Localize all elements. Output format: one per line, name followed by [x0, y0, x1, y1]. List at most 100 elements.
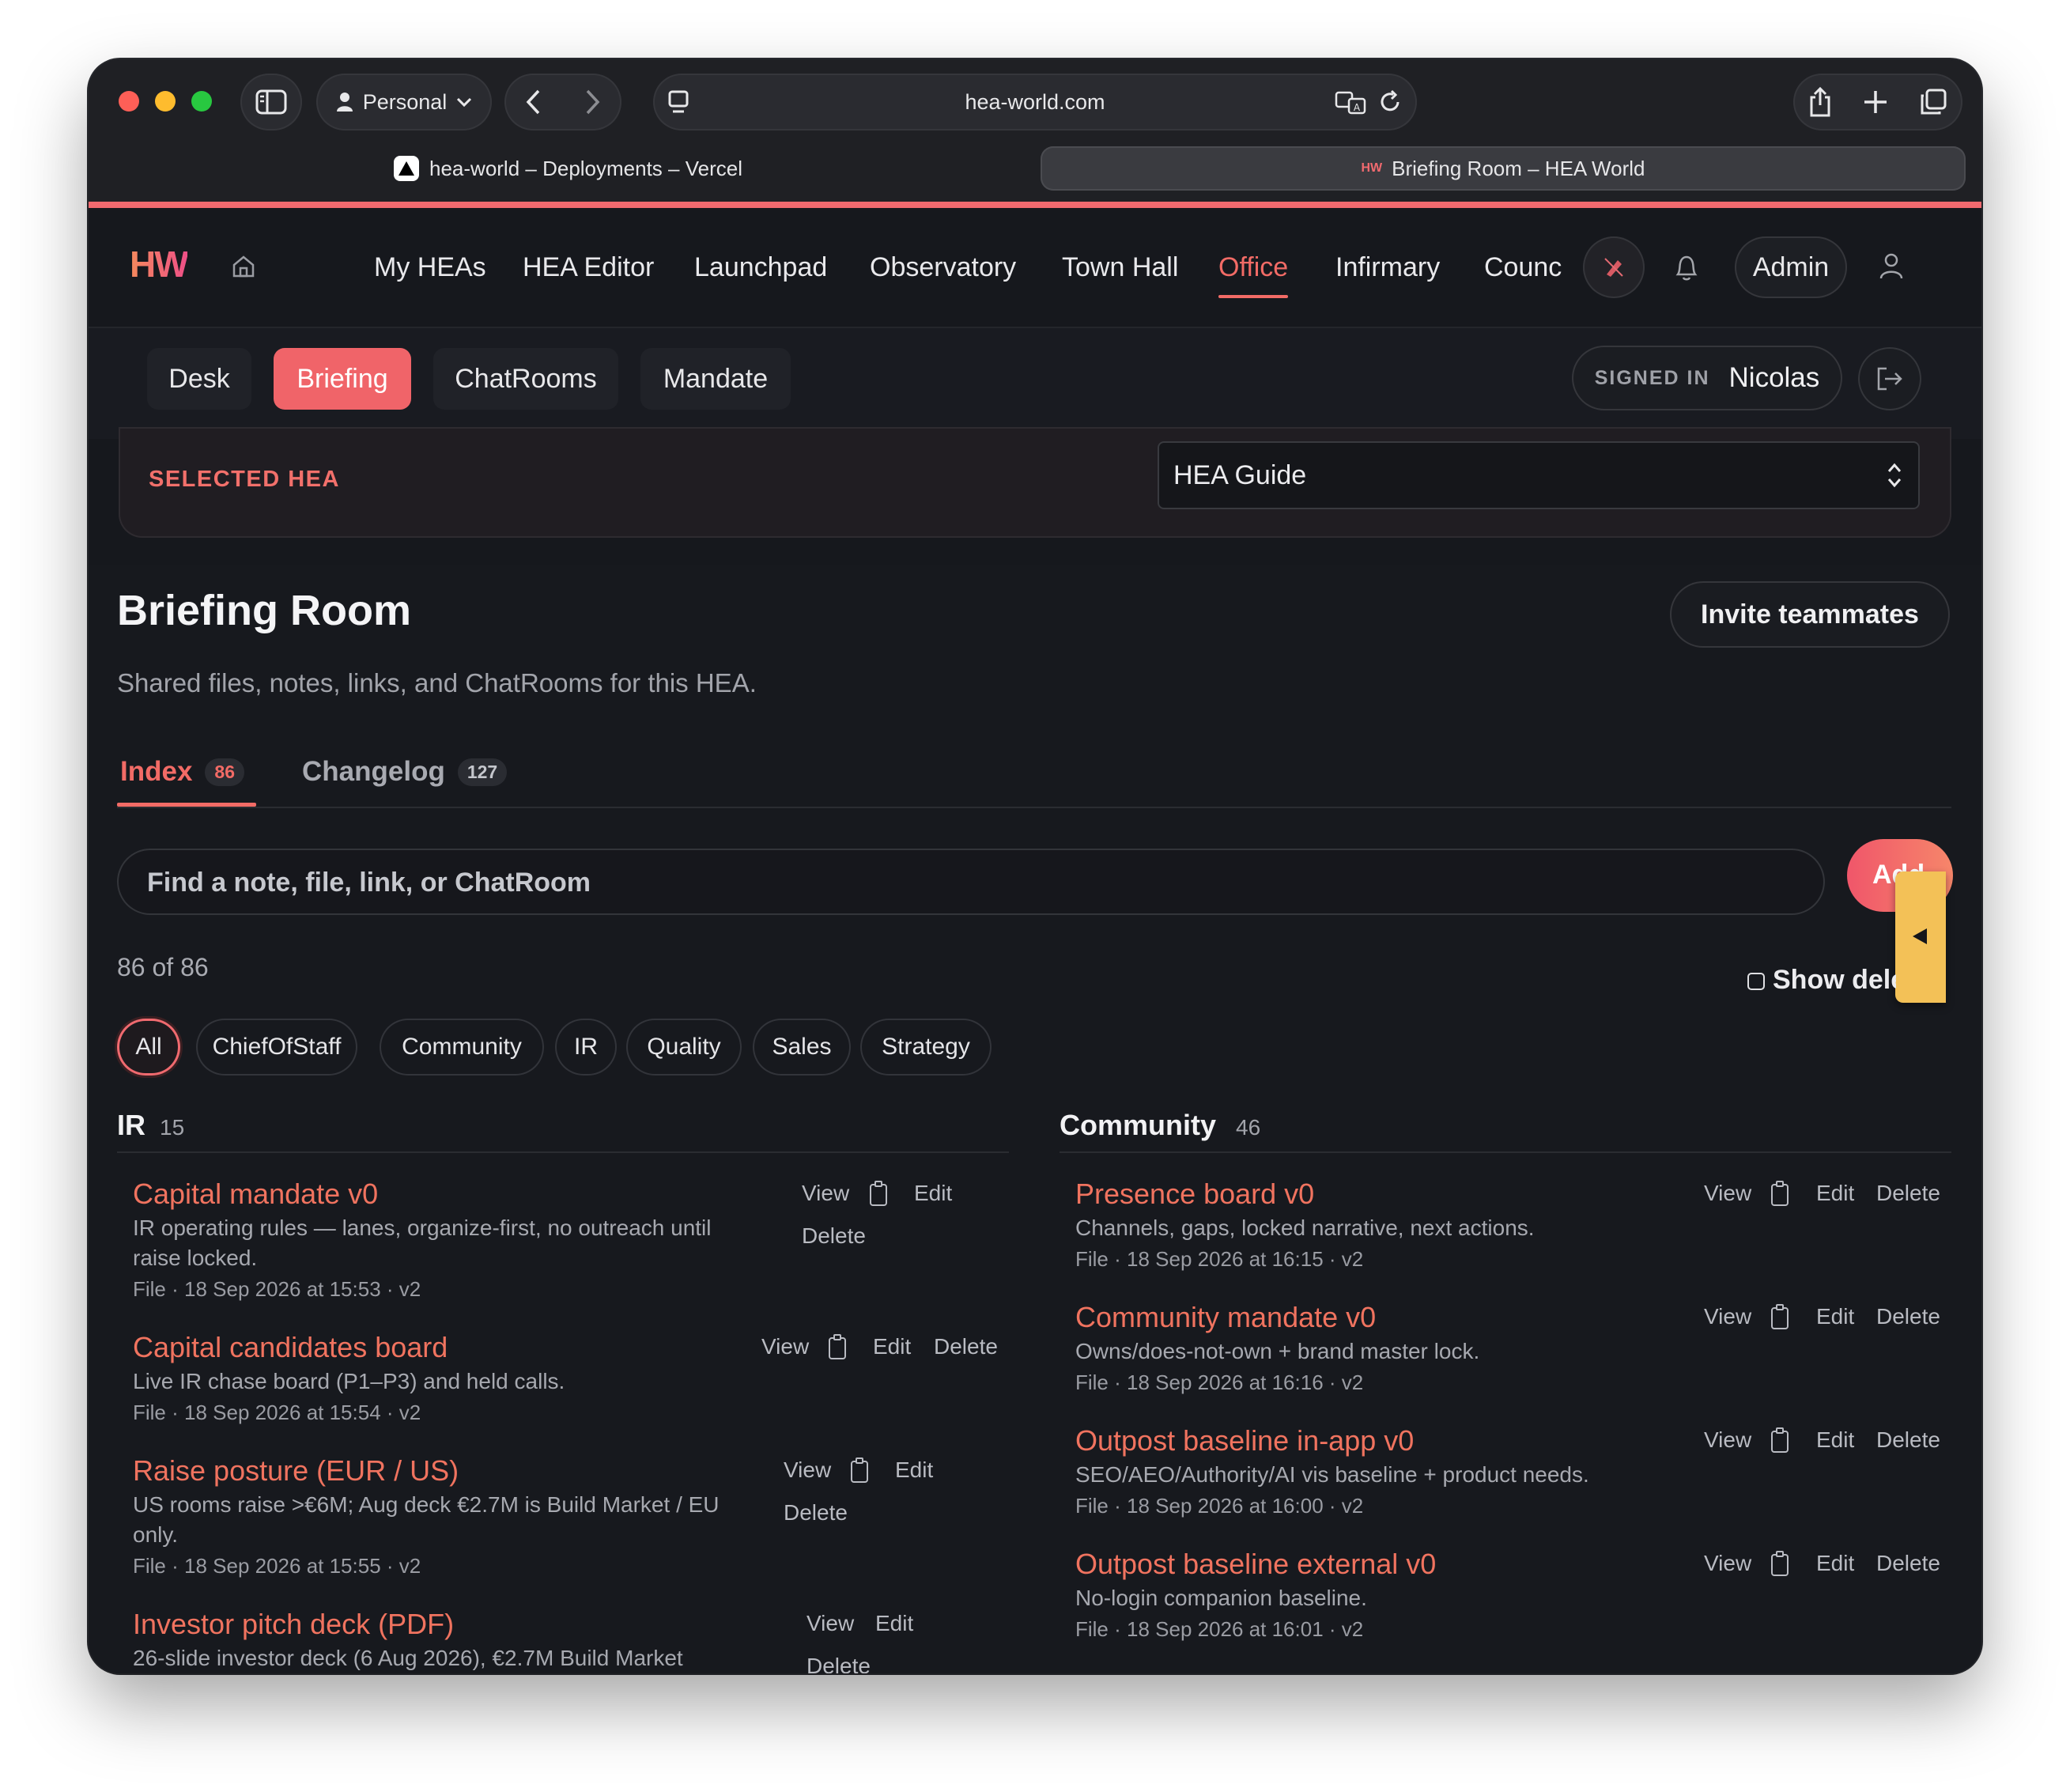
copy-icon[interactable]	[851, 1457, 868, 1483]
minimize-window-button[interactable]	[155, 91, 176, 112]
view-button[interactable]: View	[1704, 1551, 1751, 1576]
nav-office[interactable]: Office	[1218, 208, 1289, 327]
copy-icon[interactable]	[1771, 1181, 1789, 1206]
new-tab-icon[interactable]	[1863, 89, 1888, 115]
delete-button[interactable]: Delete	[802, 1223, 866, 1249]
app-logo[interactable]: HW	[130, 243, 189, 285]
profile-button[interactable]: Personal	[316, 74, 492, 130]
subtab-label: Briefing	[297, 363, 388, 394]
copy-icon[interactable]	[829, 1334, 846, 1359]
address-bar[interactable]: hea-world.com A	[653, 74, 1417, 130]
edit-button[interactable]: Edit	[875, 1611, 913, 1636]
view-button[interactable]: View	[1704, 1181, 1751, 1206]
copy-icon[interactable]	[1771, 1304, 1789, 1329]
nav-infirmary[interactable]: Infirmary	[1335, 208, 1440, 327]
delete-button[interactable]: Delete	[1876, 1427, 1940, 1453]
subtab-briefing[interactable]: Briefing	[274, 348, 411, 410]
search-input[interactable]: Find a note, file, link, or ChatRoom	[117, 849, 1825, 915]
item-description: US rooms raise >€6M; Aug deck €2.7M is B…	[133, 1492, 720, 1547]
tab-changelog[interactable]: Changelog 127	[302, 747, 508, 796]
edit-button[interactable]: Edit	[1816, 1551, 1854, 1576]
close-window-button[interactable]	[119, 91, 139, 112]
item-title[interactable]: Community mandate v0	[1075, 1301, 1376, 1334]
window-actions	[1793, 74, 1962, 130]
subtab-desk[interactable]: Desk	[147, 348, 251, 410]
hea-select[interactable]: HEA Guide	[1158, 441, 1920, 509]
view-button[interactable]: View	[802, 1181, 849, 1206]
invite-teammates-button[interactable]: Invite teammates	[1670, 581, 1950, 648]
show-deleted-toggle[interactable]: Show deleted	[1746, 963, 1896, 1003]
filter-chip-ir[interactable]: IR	[555, 1019, 617, 1076]
nav-observatory[interactable]: Observatory	[870, 208, 1016, 327]
edit-button[interactable]: Edit	[895, 1457, 933, 1483]
page-menu-icon[interactable]	[667, 89, 691, 115]
user-icon[interactable]	[1879, 252, 1904, 281]
view-button[interactable]: View	[761, 1334, 809, 1359]
nav-hea-editor[interactable]: HEA Editor	[523, 208, 654, 327]
invite-label: Invite teammates	[1701, 599, 1919, 629]
item-title[interactable]: Capital mandate v0	[133, 1178, 378, 1211]
delete-button[interactable]: Delete	[806, 1654, 871, 1673]
edit-button[interactable]: Edit	[1816, 1181, 1854, 1206]
filter-chip-strategy[interactable]: Strategy	[860, 1019, 992, 1076]
browser-tab-vercel[interactable]: hea-world – Deployments – Vercel	[101, 146, 1034, 191]
subtab-mandate[interactable]: Mandate	[640, 348, 791, 410]
copy-icon[interactable]	[1771, 1551, 1789, 1576]
tab-label: Index	[120, 756, 193, 787]
item-title[interactable]: Presence board v0	[1075, 1178, 1314, 1211]
item-title[interactable]: Outpost baseline in-app v0	[1075, 1424, 1414, 1457]
translate-icon[interactable]: A	[1335, 91, 1366, 115]
admin-button[interactable]: Admin	[1735, 236, 1847, 298]
item-title[interactable]: Investor pitch deck (PDF)	[133, 1608, 454, 1641]
edit-button[interactable]: Edit	[914, 1181, 952, 1206]
collapse-handle[interactable]	[1895, 871, 1946, 1003]
group-title: Community	[1060, 1109, 1216, 1141]
edit-button[interactable]: Edit	[1816, 1427, 1854, 1453]
nav-my-heas[interactable]: My HEAs	[374, 208, 486, 327]
back-arrow-icon[interactable]	[525, 89, 542, 115]
filter-chip-all[interactable]: All	[117, 1019, 180, 1076]
edit-button[interactable]: Edit	[1816, 1304, 1854, 1329]
delete-button[interactable]: Delete	[784, 1500, 848, 1525]
tabs-divider	[117, 807, 1951, 808]
sign-out-button[interactable]	[1858, 347, 1921, 410]
item-title[interactable]: Outpost baseline external v0	[1075, 1548, 1436, 1581]
delete-button[interactable]: Delete	[1876, 1304, 1940, 1329]
forward-arrow-icon[interactable]	[584, 89, 601, 115]
tab-count-badge: 127	[457, 758, 508, 786]
group-divider	[1060, 1151, 1951, 1153]
filter-chip-community[interactable]: Community	[380, 1019, 544, 1076]
view-button[interactable]: View	[1704, 1427, 1751, 1453]
filter-chip-sales[interactable]: Sales	[753, 1019, 851, 1076]
tab-overview-icon[interactable]	[1919, 88, 1947, 116]
reload-icon[interactable]	[1379, 89, 1403, 115]
view-button[interactable]: View	[1704, 1304, 1751, 1329]
delete-button[interactable]: Delete	[1876, 1551, 1940, 1576]
show-deleted-checkbox[interactable]	[1747, 973, 1765, 990]
share-icon[interactable]	[1808, 86, 1832, 118]
nav-launchpad[interactable]: Launchpad	[694, 208, 827, 327]
nav-town-hall[interactable]: Town Hall	[1062, 208, 1178, 327]
copy-icon[interactable]	[870, 1181, 887, 1206]
item-title[interactable]: Raise posture (EUR / US)	[133, 1454, 459, 1488]
view-button[interactable]: View	[784, 1457, 831, 1483]
maximize-window-button[interactable]	[191, 91, 212, 112]
nav-council[interactable]: Counc	[1484, 208, 1569, 327]
delete-button[interactable]: Delete	[1876, 1181, 1940, 1206]
nav-label: My HEAs	[374, 251, 486, 282]
subtab-chatrooms[interactable]: ChatRooms	[433, 348, 618, 410]
filter-chip-chiefofstaff[interactable]: ChiefOfStaff	[196, 1019, 357, 1076]
view-button[interactable]: View	[806, 1611, 854, 1636]
edit-mode-button[interactable]	[1583, 236, 1645, 298]
bell-icon[interactable]	[1673, 252, 1700, 282]
browser-tab-briefing[interactable]: HW Briefing Room – HEA World	[1041, 146, 1966, 191]
tab-index[interactable]: Index 86	[120, 747, 245, 796]
item-title[interactable]: Capital candidates board	[133, 1331, 448, 1364]
item-description: SEO/AEO/Authority/AI vis baseline + prod…	[1075, 1462, 1589, 1487]
filter-chip-quality[interactable]: Quality	[626, 1019, 742, 1076]
edit-button[interactable]: Edit	[873, 1334, 911, 1359]
sidebar-toggle-button[interactable]	[240, 74, 302, 130]
copy-icon[interactable]	[1771, 1427, 1789, 1453]
delete-button[interactable]: Delete	[934, 1334, 998, 1359]
home-icon[interactable]	[231, 254, 256, 279]
